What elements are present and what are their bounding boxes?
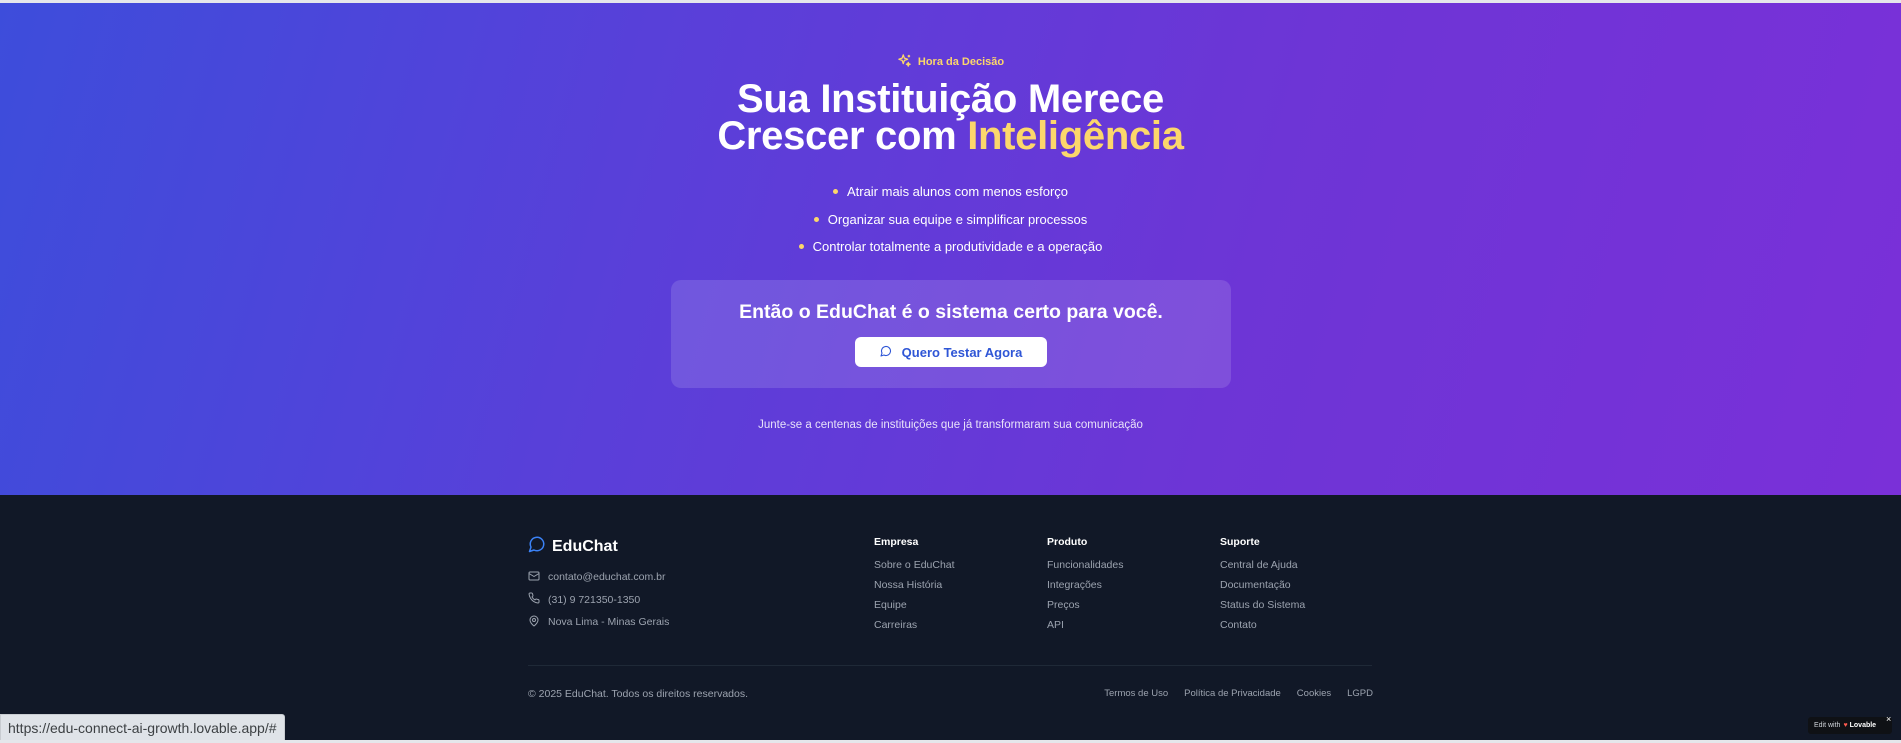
bullet-dot-icon xyxy=(798,244,804,250)
badge-prefix: Edit with xyxy=(1814,722,1841,729)
badge-close-icon[interactable]: × xyxy=(1886,714,1891,724)
footer-column-title: Suporte xyxy=(1220,536,1260,548)
try-now-label: Quero Testar Agora xyxy=(901,344,1023,360)
sparkles-icon xyxy=(897,53,912,71)
benefit-text: Atrair mais alunos com menos esforço xyxy=(846,184,1069,200)
footer-link[interactable]: Nossa História xyxy=(874,575,955,595)
brand-name: EduChat xyxy=(552,537,618,555)
benefit-text: Controlar totalmente a produtividade e a… xyxy=(812,239,1103,255)
contact-location: Nova Lima - Minas Gerais xyxy=(528,611,669,634)
chat-bubble-icon xyxy=(880,345,892,360)
legal-link-privacy[interactable]: Política de Privacidade xyxy=(1184,688,1281,699)
footer-column-empresa: Empresa Sobre o EduChat Nossa História E… xyxy=(874,536,955,635)
footer-link[interactable]: Sobre o EduChat xyxy=(874,555,955,575)
browser-status-url: https://edu-connect-ai-growth.lovable.ap… xyxy=(0,714,285,742)
footer-link[interactable]: Carreiras xyxy=(874,615,955,635)
hero-eyebrow: Hora da Decisão xyxy=(0,53,1901,71)
contact-email-text: contato@educhat.com.br xyxy=(548,571,666,584)
footer-column-produto: Produto Funcionalidades Integrações Preç… xyxy=(1047,536,1123,635)
badge-brand: Lovable xyxy=(1849,722,1877,729)
benefit-list: Atrair mais alunos com menos esforço Org… xyxy=(0,178,1901,261)
cta-headline: Então o EduChat é o sistema certo para v… xyxy=(739,301,1163,323)
contact-phone-text: (31) 9 721350-1350 xyxy=(548,593,641,606)
hero-title-line-1: Sua Instituição Merece xyxy=(737,77,1164,121)
edit-with-lovable-badge[interactable]: Edit with ♥ Lovable xyxy=(1808,717,1892,734)
footer-link[interactable]: API xyxy=(1047,615,1123,635)
site-footer: EduChat contato@educhat.com.br (31) 9 72… xyxy=(0,495,1901,743)
phone-icon xyxy=(528,592,540,607)
contact-info: contato@educhat.com.br (31) 9 721350-135… xyxy=(528,566,669,634)
map-pin-icon xyxy=(528,615,540,630)
footer-link[interactable]: Funcionalidades xyxy=(1047,555,1123,575)
bullet-dot-icon xyxy=(813,216,819,222)
footer-column-title: Empresa xyxy=(874,536,919,548)
benefit-item: Organizar sua equipe e simplificar proce… xyxy=(0,206,1901,234)
contact-phone[interactable]: (31) 9 721350-1350 xyxy=(528,589,669,612)
copyright-text: © 2025 EduChat. Todos os direitos reserv… xyxy=(528,688,749,700)
footer-link[interactable]: Contato xyxy=(1220,615,1305,635)
legal-link-terms[interactable]: Termos de Uso xyxy=(1104,688,1168,699)
try-now-button[interactable]: Quero Testar Agora xyxy=(855,337,1047,367)
social-proof-text: Junte-se a centenas de instituições que … xyxy=(758,419,1143,431)
hero-title: Sua Instituição Merece Crescer com Intel… xyxy=(0,77,1901,156)
footer-link[interactable]: Equipe xyxy=(874,595,955,615)
footer-column-title: Produto xyxy=(1047,536,1088,548)
legal-link-cookies[interactable]: Cookies xyxy=(1297,688,1331,699)
bullet-dot-icon xyxy=(832,189,838,195)
hero-title-prefix: Crescer com xyxy=(717,114,968,158)
footer-link[interactable]: Preços xyxy=(1047,595,1123,615)
footer-link[interactable]: Central de Ajuda xyxy=(1220,555,1305,575)
mail-icon xyxy=(528,570,540,585)
footer-link[interactable]: Documentação xyxy=(1220,575,1305,595)
hero-title-line-2: Crescer com Inteligência xyxy=(0,116,1901,156)
cta-card: Então o EduChat é o sistema certo para v… xyxy=(671,280,1231,388)
footer-brand[interactable]: EduChat xyxy=(528,535,618,558)
footer-link[interactable]: Status do Sistema xyxy=(1220,595,1305,615)
footer-column-suporte: Suporte Central de Ajuda Documentação St… xyxy=(1220,536,1305,635)
legal-link-lgpd[interactable]: LGPD xyxy=(1347,688,1373,699)
footer-link[interactable]: Integrações xyxy=(1047,575,1123,595)
hero-title-accent: Inteligência xyxy=(967,114,1184,158)
contact-email[interactable]: contato@educhat.com.br xyxy=(528,566,669,589)
hero-section: Hora da Decisão Sua Instituição Merece C… xyxy=(0,3,1901,495)
eyebrow-label: Hora da Decisão xyxy=(917,56,1005,68)
benefit-item: Atrair mais alunos com menos esforço xyxy=(0,178,1901,206)
footer-divider xyxy=(528,665,1372,666)
contact-location-text: Nova Lima - Minas Gerais xyxy=(548,616,670,629)
benefit-text: Organizar sua equipe e simplificar proce… xyxy=(827,211,1088,227)
benefit-item: Controlar totalmente a produtividade e a… xyxy=(0,233,1901,261)
legal-links: Termos de Uso Política de Privacidade Co… xyxy=(1104,688,1373,699)
lovable-heart-icon: ♥ xyxy=(1843,722,1848,729)
chat-bubble-logo-icon xyxy=(528,535,546,558)
